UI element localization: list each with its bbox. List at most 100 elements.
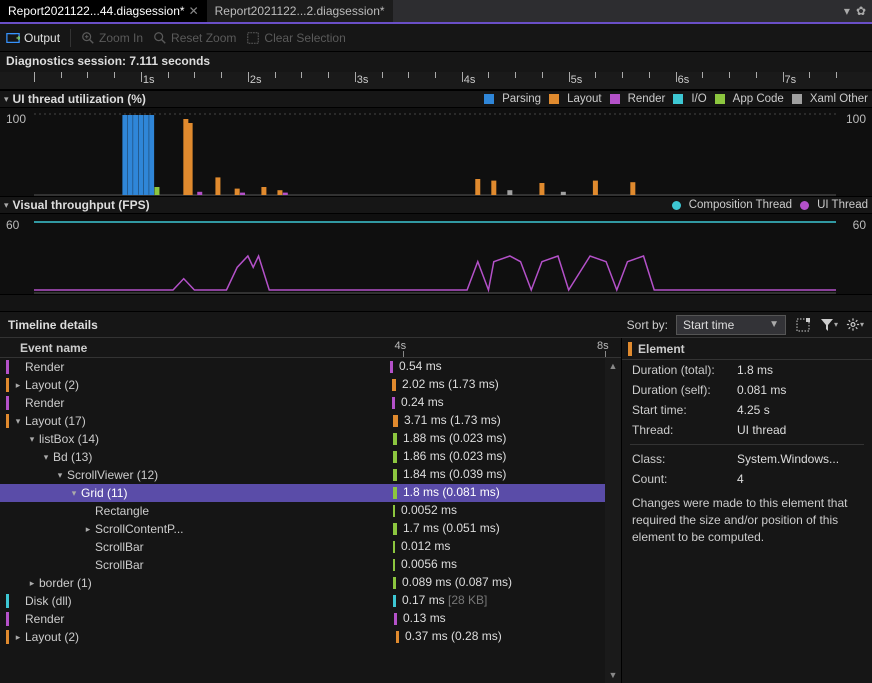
- event-label: Disk (dll): [25, 594, 72, 608]
- event-row[interactable]: Render0.24 ms: [0, 394, 621, 412]
- ui-thread-util-legend: ParsingLayoutRenderI/OApp CodeXaml Other: [484, 93, 868, 105]
- event-duration-value: 0.13 ms: [403, 611, 446, 625]
- property-key: Duration (self):: [632, 383, 737, 397]
- filter-icon[interactable]: ▾: [820, 316, 838, 334]
- event-category-marker: [6, 396, 9, 410]
- event-row[interactable]: Rectangle0.0052 ms: [0, 502, 621, 520]
- clear-selection-button[interactable]: Clear Selection: [246, 31, 345, 45]
- event-label: ScrollBar: [95, 540, 144, 554]
- event-duration-bar: [393, 595, 396, 607]
- expand-icon[interactable]: ▸: [83, 524, 93, 535]
- ui-thread-util-chart[interactable]: 100 100: [0, 108, 872, 196]
- fps-header[interactable]: ▾ Visual throughput (FPS) Composition Th…: [0, 196, 872, 214]
- scroll-up-icon[interactable]: ▲: [605, 358, 621, 374]
- tab-report-2[interactable]: Report2021122...2.diagsession*: [207, 0, 393, 22]
- event-mini-ruler: 4s8s: [200, 338, 605, 357]
- event-category-marker: [6, 540, 9, 554]
- scroll-down-icon[interactable]: ▼: [605, 667, 621, 683]
- property-row: Start time:4.25 s: [622, 400, 872, 420]
- expand-icon[interactable]: ▾: [55, 470, 65, 481]
- gear-icon[interactable]: ✿: [856, 4, 866, 18]
- clear-selection-icon: [246, 31, 260, 45]
- event-row[interactable]: Disk (dll)0.17 ms [28 KB]: [0, 592, 621, 610]
- event-category-marker: [6, 594, 9, 608]
- event-label: Layout (2): [25, 630, 79, 644]
- event-name-column[interactable]: Event name: [0, 341, 87, 355]
- time-ruler[interactable]: 1s2s3s4s5s6s7s: [0, 72, 872, 90]
- event-duration-value: 0.089 ms (0.087 ms): [402, 575, 512, 589]
- event-row[interactable]: ScrollBar0.0056 ms: [0, 556, 621, 574]
- session-duration-label: Diagnostics session: 7.111 seconds: [0, 52, 872, 72]
- event-category-marker: [6, 432, 9, 446]
- property-value: UI thread: [737, 423, 862, 437]
- event-category-marker: [6, 378, 9, 392]
- event-row[interactable]: Render0.54 ms: [0, 358, 621, 376]
- settings-icon[interactable]: ▾: [846, 316, 864, 334]
- event-rows: Render0.54 ms▸Layout (2)2.02 ms (1.73 ms…: [0, 358, 621, 683]
- event-duration-value: 1.8 ms (0.081 ms): [403, 485, 500, 499]
- expand-icon[interactable]: ▸: [13, 632, 23, 643]
- ui-thread-util-title: UI thread utilization (%): [13, 92, 146, 106]
- tab-report-1[interactable]: Report2021122...44.diagsession* ✕: [0, 0, 207, 22]
- event-row[interactable]: ▸border (1) 0.089 ms (0.087 ms): [0, 574, 621, 592]
- event-label: Layout (2): [25, 378, 79, 392]
- event-row[interactable]: Render 0.13 ms: [0, 610, 621, 628]
- vertical-scrollbar[interactable]: ▲ ▼: [605, 358, 621, 683]
- expand-icon[interactable]: ▾: [69, 488, 79, 499]
- property-row: Count:4: [622, 469, 872, 489]
- event-duration-bar: [396, 631, 399, 643]
- event-duration-value: 3.71 ms (1.73 ms): [404, 413, 501, 427]
- event-row[interactable]: ▾Bd (13) 1.86 ms (0.023 ms): [0, 448, 621, 466]
- expand-icon[interactable]: ▾: [13, 416, 23, 427]
- event-duration-value: 1.86 ms (0.023 ms): [403, 449, 506, 463]
- ui-thread-util-header[interactable]: ▾ UI thread utilization (%) ParsingLayou…: [0, 90, 872, 108]
- event-tree-panel: Event name 4s8s Render0.54 ms▸Layout (2)…: [0, 338, 622, 683]
- zoom-in-button[interactable]: Zoom In: [81, 31, 143, 45]
- event-label: Grid (11): [81, 486, 127, 500]
- event-duration-bar: [392, 379, 396, 391]
- event-row[interactable]: ScrollBar0.012 ms: [0, 538, 621, 556]
- reset-zoom-icon: [153, 31, 167, 45]
- output-label: Output: [24, 31, 60, 45]
- event-duration-bar: [393, 487, 397, 499]
- event-duration-bar: [393, 559, 395, 571]
- event-label: Render: [25, 612, 64, 626]
- event-category-marker: [6, 486, 9, 500]
- event-label: Bd (13): [53, 450, 92, 464]
- expand-icon[interactable]: ▾: [27, 434, 37, 445]
- event-row[interactable]: ▾listBox (14)1.88 ms (0.023 ms): [0, 430, 621, 448]
- event-row[interactable]: ▾ScrollViewer (12)1.84 ms (0.039 ms): [0, 466, 621, 484]
- reset-zoom-label: Reset Zoom: [171, 31, 236, 45]
- tab-label: Report2021122...44.diagsession*: [8, 4, 185, 18]
- clear-selection-label: Clear Selection: [264, 31, 345, 45]
- timeline-details-title: Timeline details: [8, 318, 98, 332]
- event-category-marker: [6, 612, 9, 626]
- event-duration-bar: [393, 505, 395, 517]
- event-row[interactable]: ▸Layout (2)0.37 ms (0.28 ms): [0, 628, 621, 646]
- event-duration-value: 2.02 ms (1.73 ms): [402, 377, 499, 391]
- element-description: Changes were made to this element that r…: [622, 489, 872, 551]
- select-frame-icon[interactable]: [794, 316, 812, 334]
- event-category-marker: [6, 414, 9, 428]
- event-category-marker: [6, 522, 9, 536]
- event-label: border (1): [39, 576, 92, 590]
- event-row[interactable]: ▸Layout (2) 2.02 ms (1.73 ms): [0, 376, 621, 394]
- event-row[interactable]: ▸ScrollContentP...1.7 ms (0.051 ms): [0, 520, 621, 538]
- collapse-icon: ▾: [4, 200, 9, 211]
- property-key: Thread:: [632, 423, 737, 437]
- close-icon[interactable]: ✕: [189, 5, 199, 17]
- expand-icon[interactable]: ▸: [27, 578, 37, 589]
- expand-icon[interactable]: ▾: [41, 452, 51, 463]
- reset-zoom-button[interactable]: Reset Zoom: [153, 31, 236, 45]
- expand-icon[interactable]: ▸: [13, 380, 23, 391]
- event-row[interactable]: ▾Layout (17)3.71 ms (1.73 ms): [0, 412, 621, 430]
- output-button[interactable]: Output: [6, 31, 60, 45]
- event-tree-header: Event name 4s8s: [0, 338, 621, 358]
- event-row[interactable]: ▾Grid (11) 1.8 ms (0.081 ms): [0, 484, 621, 502]
- sort-by-dropdown[interactable]: Start time ▼: [676, 315, 786, 335]
- event-category-marker: [6, 468, 9, 482]
- fps-chart[interactable]: 60 60: [0, 214, 872, 294]
- property-row: Duration (total):1.8 ms: [622, 360, 872, 380]
- window-position-icon[interactable]: ▾: [844, 4, 850, 18]
- section-divider: [0, 294, 872, 312]
